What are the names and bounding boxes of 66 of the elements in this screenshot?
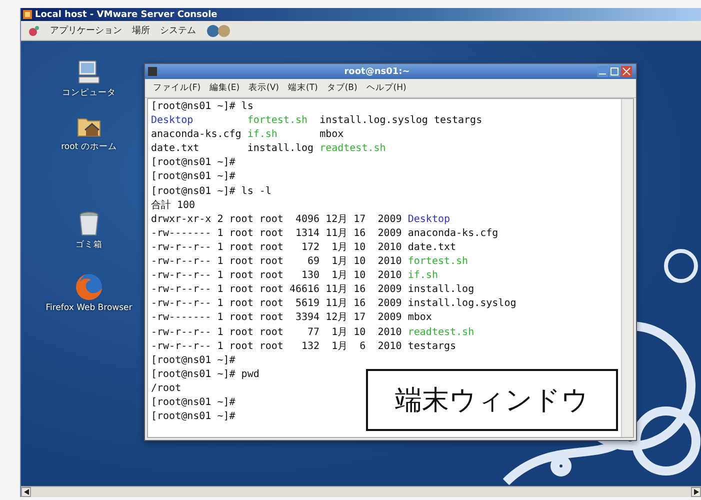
menu-item[interactable]: 編集(E) — [210, 82, 240, 94]
file-details: -rw-r--r-- 1 root root 130 1月 10 2010 — [151, 270, 402, 282]
file-name: readtest.sh — [320, 142, 387, 156]
file-name: anaconda-ks.cfg — [408, 228, 498, 239]
file-name: date.txt — [408, 242, 456, 253]
file-name: fortest.sh — [247, 114, 309, 128]
command-line: [root@ns01 ~]# ls -l — [151, 184, 272, 199]
trash-icon — [78, 211, 100, 237]
panel-menu[interactable]: 場所 — [132, 24, 150, 37]
desktop-icon-label[interactable]: ゴミ箱 — [76, 239, 102, 251]
command-line: [root@ns01 ~]# — [151, 170, 236, 184]
desktop-icon-label[interactable]: Firefox Web Browser — [46, 303, 132, 313]
command-line: [root@ns01 ~]# ls — [151, 100, 254, 114]
file-name: if.sh — [247, 128, 278, 142]
file-name: install.log — [408, 284, 474, 296]
left-arrow-icon[interactable] — [24, 489, 28, 495]
command-line: [root@ns01 ~]# — [151, 156, 236, 170]
file-name: mbox — [408, 312, 432, 324]
vertical-scrollbar[interactable] — [621, 99, 633, 437]
panel-menu[interactable]: アプリケーション — [50, 24, 122, 37]
menu-item[interactable]: 端末(T) — [288, 82, 318, 94]
right-arrow-icon[interactable] — [694, 489, 698, 495]
terminal-icon — [148, 67, 157, 76]
file-name: install.log — [247, 142, 315, 156]
menu-item[interactable]: ファイル(F) — [153, 82, 201, 94]
file-name: testargs — [434, 114, 484, 128]
output-line: 合計 100 — [151, 198, 196, 213]
panel-menu[interactable]: システム — [160, 24, 196, 37]
window-controls-icon[interactable] — [596, 66, 633, 77]
file-details: -rw-r--r-- 1 root root 46616 11月 16 2009 — [151, 284, 402, 296]
file-details: -rw-r--r-- 1 root root 77 1月 10 2010 — [151, 326, 402, 338]
browser-globe-icon — [74, 273, 103, 301]
app-icon — [23, 10, 32, 19]
file-name: if.sh — [408, 270, 438, 282]
file-details: -rw------- 1 root root 3394 12月 17 2009 — [151, 312, 402, 324]
command-line: [root@ns01 ~]# pwd — [151, 368, 260, 382]
desktop-icon-label[interactable]: root のホーム — [61, 141, 117, 153]
file-name: testargs — [408, 340, 456, 352]
file-details: -rw-r--r-- 1 root root 5619 11月 16 2009 — [151, 298, 402, 310]
command-line: [root@ns01 ~]# — [151, 354, 236, 368]
file-details: -rw-r--r-- 1 root root 132 1月 6 2010 — [151, 340, 402, 352]
file-name: anaconda-ks.cfg — [151, 128, 242, 142]
file-details: -rw-r--r-- 1 root root 172 1月 10 2010 — [151, 242, 402, 253]
caption-label: 端末ウィンドウ — [366, 369, 618, 431]
file-name: fortest.sh — [408, 256, 468, 268]
computer-icon — [76, 59, 102, 85]
desktop-icon-label[interactable]: コンピュータ — [62, 87, 116, 99]
file-name: readtest.sh — [408, 326, 474, 338]
menu-item[interactable]: タブ(B) — [326, 82, 358, 94]
file-name: install.log.syslog — [408, 298, 516, 310]
terminal-title: root@ns01:~ — [344, 66, 410, 76]
file-name: date.txt — [151, 142, 200, 156]
output-line: /root — [151, 382, 182, 396]
menu-item[interactable]: 表示(V) — [248, 82, 279, 94]
horizontal-scrollbar[interactable] — [21, 486, 701, 497]
file-details: -rw-r--r-- 1 root root 69 1月 10 2010 — [151, 256, 402, 268]
file-name: Desktop — [151, 114, 194, 128]
file-details: drwxr-xr-x 2 root root 4096 12月 17 2009 — [151, 214, 402, 225]
file-details: -rw------- 1 root root 1314 11月 16 2009 — [151, 228, 402, 239]
menu-item[interactable]: ヘルプ(H) — [366, 82, 406, 94]
file-name: install.log.syslog — [320, 114, 429, 128]
command-line: [root@ns01 ~]# — [151, 396, 236, 410]
file-name: mbox — [320, 128, 345, 142]
command-line: [root@ns01 ~]# — [151, 410, 236, 424]
file-name: Desktop — [408, 214, 450, 225]
window-title: Local host - VMware Server Console — [35, 10, 218, 20]
